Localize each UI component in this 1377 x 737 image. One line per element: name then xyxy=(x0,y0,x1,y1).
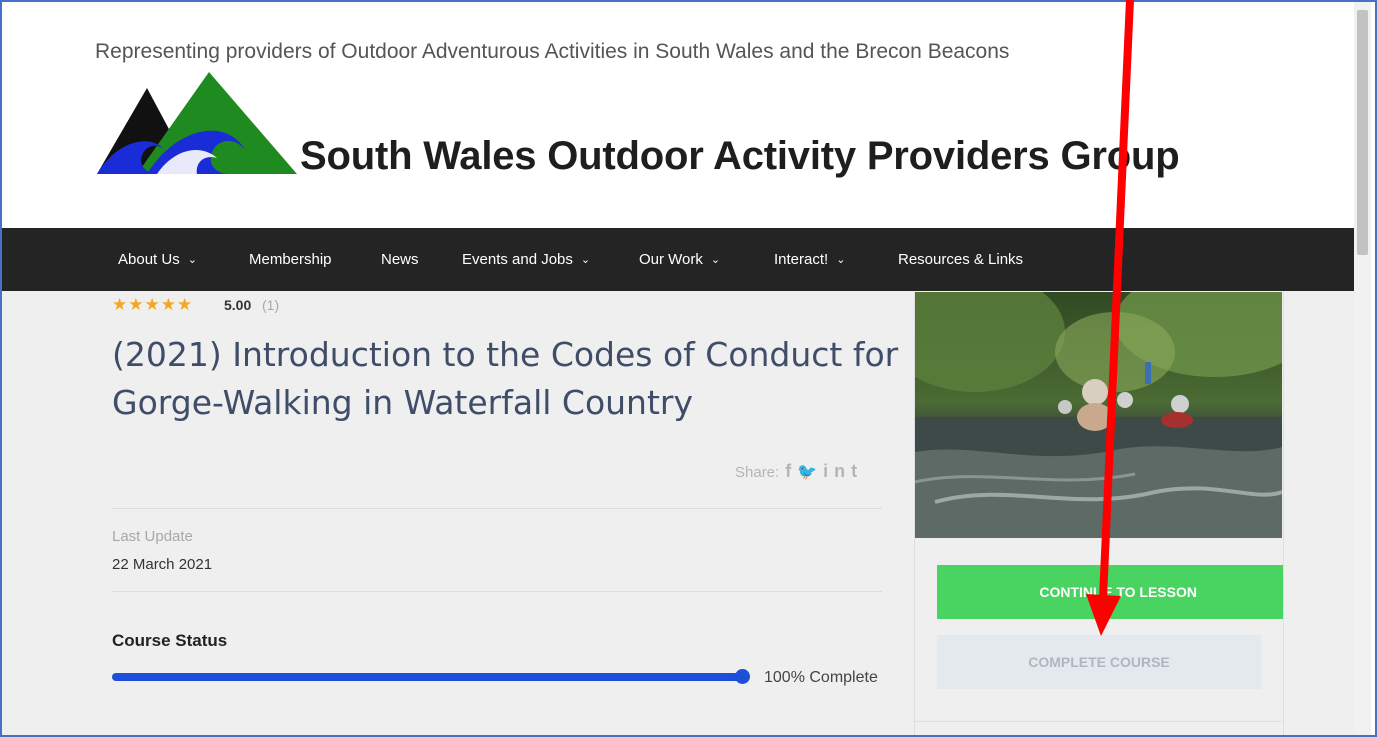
course-thumbnail-image xyxy=(915,292,1282,538)
rating-stars: ★★★★★ xyxy=(112,295,194,315)
last-update-label: Last Update xyxy=(112,528,193,545)
share-bar: Share: f🐦int xyxy=(735,461,863,482)
progress-knob xyxy=(735,669,750,684)
browser-frame: Representing providers of Outdoor Advent… xyxy=(0,0,1377,737)
nav-item-label: Interact! xyxy=(774,251,829,268)
course-progress-bar xyxy=(112,669,750,684)
nav-item-label: About Us xyxy=(118,251,180,268)
page-scrollbar[interactable] xyxy=(1354,2,1371,735)
site-logo[interactable] xyxy=(97,70,307,176)
course-title: (2021) Introduction to the Codes of Cond… xyxy=(112,335,899,422)
tumblr-icon[interactable]: t xyxy=(851,461,863,481)
chevron-down-icon: ⌄ xyxy=(580,254,591,266)
nav-item-membership[interactable]: Membership xyxy=(249,251,332,268)
nav-item-label: Events and Jobs xyxy=(462,251,573,268)
progress-text: 100% Complete xyxy=(764,669,878,686)
site-title[interactable]: South Wales Outdoor Activity Providers G… xyxy=(300,134,1180,179)
rating-value: 5.00 xyxy=(224,297,252,313)
course-content: ★★★★★ 5.00 (1) (2021) Introduction to th… xyxy=(2,291,1354,735)
nav-item-news[interactable]: News xyxy=(381,251,419,268)
twitter-icon[interactable]: 🐦 xyxy=(797,464,823,481)
divider xyxy=(915,721,1282,722)
continue-to-lesson-button[interactable]: CONTINUE TO LESSON xyxy=(937,565,1283,619)
divider xyxy=(112,508,882,509)
progress-fill xyxy=(112,673,742,681)
complete-course-button[interactable]: COMPLETE COURSE xyxy=(937,635,1261,689)
rating-count: (1) xyxy=(262,297,280,313)
nav-item-about-us[interactable]: About Us ⌄ xyxy=(118,251,197,268)
chevron-down-icon: ⌄ xyxy=(710,254,721,266)
nav-item-label: Resources & Links xyxy=(898,251,1024,268)
nav-item-label: News xyxy=(381,251,419,268)
linkedin-icon[interactable]: in xyxy=(823,461,851,481)
nav-item-resources-links[interactable]: Resources & Links xyxy=(898,251,1023,268)
nav-item-our-work[interactable]: Our Work ⌄ xyxy=(639,251,720,268)
nav-item-label: Membership xyxy=(249,251,332,268)
main-nav: About Us ⌄ Membership News Events and Job… xyxy=(2,228,1354,291)
site-tagline: Representing providers of Outdoor Advent… xyxy=(95,40,1010,63)
chevron-down-icon: ⌄ xyxy=(187,254,197,266)
last-update-date: 22 March 2021 xyxy=(112,556,213,573)
facebook-icon[interactable]: f xyxy=(785,461,797,481)
course-sidebar: CONTINUE TO LESSON COMPLETE COURSE xyxy=(914,291,1284,735)
chevron-down-icon: ⌄ xyxy=(836,254,846,266)
nav-item-events-and-jobs[interactable]: Events and Jobs ⌄ xyxy=(462,251,590,268)
scrollbar-thumb[interactable] xyxy=(1357,10,1368,255)
divider xyxy=(112,591,882,592)
nav-item-interact[interactable]: Interact! ⌄ xyxy=(774,251,845,268)
share-label: Share: xyxy=(735,464,780,481)
nav-item-label: Our Work xyxy=(639,251,703,268)
course-status-label: Course Status xyxy=(112,631,228,650)
